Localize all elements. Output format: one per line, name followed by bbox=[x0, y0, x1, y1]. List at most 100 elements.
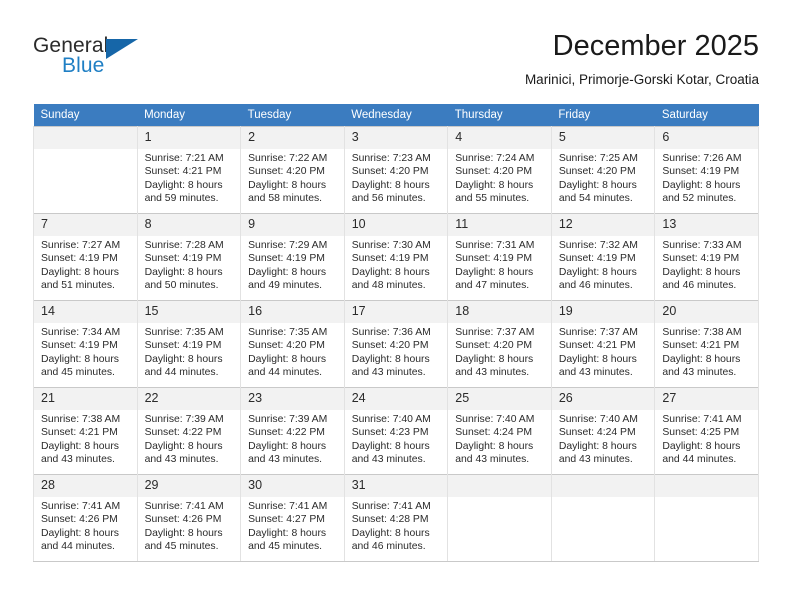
weekday-header-tuesday: Tuesday bbox=[240, 104, 345, 127]
day-number: 3 bbox=[344, 127, 448, 149]
calendar-day-cell[interactable]: 31 Sunrise: 7:41 AM Sunset: 4:28 PM Dayligh… bbox=[343, 474, 449, 562]
day-sunrise-text: Sunrise: 7:36 AM bbox=[351, 327, 431, 338]
weekday-header-thursday: Thursday bbox=[447, 104, 552, 127]
calendar-day-cell[interactable]: 23 Sunrise: 7:39 AM Sunset: 4:22 PM Dayligh… bbox=[240, 387, 345, 475]
calendar-day-cell[interactable]: 19 Sunrise: 7:37 AM Sunset: 4:21 PM Dayligh… bbox=[550, 300, 656, 388]
calendar-day-cell[interactable]: 13 Sunrise: 7:33 AM Sunset: 4:19 PM Dayligh… bbox=[654, 213, 759, 301]
day-daylight-2-text: and 43 minutes. bbox=[455, 367, 530, 379]
day-sunrise-text: Sunrise: 7:41 AM bbox=[351, 501, 431, 512]
calendar-day-cell[interactable]: 20 Sunrise: 7:38 AM Sunset: 4:21 PM Dayligh… bbox=[654, 300, 759, 388]
calendar-day-cell[interactable]: 7 Sunrise: 7:27 AM Sunset: 4:19 PM Daylight… bbox=[33, 213, 138, 301]
day-daylight-1-text: Daylight: 8 hours bbox=[662, 440, 741, 452]
day-daylight-2-text: and 45 minutes. bbox=[144, 541, 219, 553]
day-daylight-1-text: Daylight: 8 hours bbox=[41, 440, 119, 452]
calendar-day-cell[interactable]: 6 Sunrise: 7:26 AM Sunset: 4:19 PM Daylight… bbox=[654, 126, 759, 214]
day-daylight-1-text: Daylight: 8 hours bbox=[351, 440, 430, 452]
day-daylight-1-text: Daylight: 8 hours bbox=[455, 440, 534, 452]
brand-name-blue: Blue bbox=[62, 54, 105, 77]
calendar-day-cell-empty bbox=[550, 474, 656, 562]
day-daylight-2-text: and 54 minutes. bbox=[558, 193, 633, 205]
day-sunrise-text: Sunrise: 7:31 AM bbox=[455, 240, 535, 251]
day-number: 15 bbox=[137, 301, 241, 323]
brand-logo[interactable]: General Blue bbox=[33, 34, 183, 82]
day-number: 4 bbox=[448, 127, 551, 149]
day-details: Sunrise: 7:41 AM Sunset: 4:28 PM Daylight:… bbox=[345, 497, 448, 554]
day-sunset-text: Sunset: 4:19 PM bbox=[662, 253, 740, 265]
day-details: Sunrise: 7:41 AM Sunset: 4:25 PM Daylight:… bbox=[655, 410, 758, 467]
day-details: Sunrise: 7:21 AM Sunset: 4:21 PM Daylight:… bbox=[138, 149, 241, 206]
calendar-day-cell[interactable]: 4 Sunrise: 7:24 AM Sunset: 4:20 PM Daylight… bbox=[447, 126, 552, 214]
calendar-day-cell[interactable]: 9 Sunrise: 7:29 AM Sunset: 4:19 PM Daylight… bbox=[240, 213, 345, 301]
calendar-day-cell[interactable]: 2 Sunrise: 7:22 AM Sunset: 4:20 PM Daylight… bbox=[240, 126, 345, 214]
day-number bbox=[34, 127, 137, 149]
day-details: Sunrise: 7:41 AM Sunset: 4:26 PM Daylight:… bbox=[34, 497, 137, 554]
day-sunset-text: Sunset: 4:20 PM bbox=[455, 340, 533, 352]
day-sunrise-text: Sunrise: 7:22 AM bbox=[248, 153, 328, 164]
calendar-day-cell[interactable]: 30 Sunrise: 7:41 AM Sunset: 4:27 PM Dayligh… bbox=[240, 474, 345, 562]
day-daylight-2-text: and 58 minutes. bbox=[248, 193, 323, 205]
day-sunrise-text: Sunrise: 7:32 AM bbox=[558, 240, 638, 251]
day-sunrise-text: Sunrise: 7:41 AM bbox=[41, 501, 121, 512]
calendar-day-cell[interactable]: 3 Sunrise: 7:23 AM Sunset: 4:20 PM Daylight… bbox=[343, 126, 449, 214]
page-header: General Blue December 2025 Marinici, Pri… bbox=[0, 0, 792, 100]
calendar-day-cell[interactable]: 14 Sunrise: 7:34 AM Sunset: 4:19 PM Dayligh… bbox=[33, 300, 138, 388]
calendar-day-cell[interactable]: 8 Sunrise: 7:28 AM Sunset: 4:19 PM Daylight… bbox=[136, 213, 242, 301]
calendar-day-cell[interactable]: 26 Sunrise: 7:40 AM Sunset: 4:24 PM Dayligh… bbox=[550, 387, 656, 475]
day-details: Sunrise: 7:39 AM Sunset: 4:22 PM Daylight:… bbox=[138, 410, 241, 467]
calendar-day-cell[interactable]: 5 Sunrise: 7:25 AM Sunset: 4:20 PM Daylight… bbox=[550, 126, 656, 214]
day-details: Sunrise: 7:36 AM Sunset: 4:20 PM Daylight:… bbox=[345, 323, 448, 380]
calendar-day-cell[interactable]: 18 Sunrise: 7:37 AM Sunset: 4:20 PM Dayligh… bbox=[447, 300, 552, 388]
calendar-day-cell[interactable]: 29 Sunrise: 7:41 AM Sunset: 4:26 PM Dayligh… bbox=[136, 474, 242, 562]
day-sunset-text: Sunset: 4:19 PM bbox=[144, 253, 222, 265]
day-sunrise-text: Sunrise: 7:26 AM bbox=[662, 153, 742, 164]
day-daylight-1-text: Daylight: 8 hours bbox=[248, 353, 327, 365]
day-daylight-1-text: Daylight: 8 hours bbox=[41, 527, 119, 539]
calendar-day-cell[interactable]: 11 Sunrise: 7:31 AM Sunset: 4:19 PM Dayligh… bbox=[447, 213, 552, 301]
calendar-day-cell[interactable]: 12 Sunrise: 7:32 AM Sunset: 4:19 PM Dayligh… bbox=[550, 213, 656, 301]
day-number: 11 bbox=[448, 214, 551, 236]
calendar-day-cell[interactable]: 25 Sunrise: 7:40 AM Sunset: 4:24 PM Dayligh… bbox=[447, 387, 552, 475]
day-number: 1 bbox=[137, 127, 241, 149]
day-sunset-text: Sunset: 4:22 PM bbox=[144, 427, 222, 439]
day-sunset-text: Sunset: 4:26 PM bbox=[41, 514, 118, 526]
calendar-day-cell[interactable]: 10 Sunrise: 7:30 AM Sunset: 4:19 PM Dayligh… bbox=[343, 213, 449, 301]
calendar-day-cell[interactable]: 1 Sunrise: 7:21 AM Sunset: 4:21 PM Daylight… bbox=[136, 126, 242, 214]
day-sunrise-text: Sunrise: 7:27 AM bbox=[41, 240, 121, 251]
page-subtitle: Marinici, Primorje-Gorski Kotar, Croatia bbox=[524, 72, 759, 87]
day-number: 14 bbox=[34, 301, 137, 323]
day-details: Sunrise: 7:33 AM Sunset: 4:19 PM Daylight:… bbox=[655, 236, 758, 293]
day-daylight-1-text: Daylight: 8 hours bbox=[144, 179, 223, 191]
calendar-day-cell[interactable]: 28 Sunrise: 7:41 AM Sunset: 4:26 PM Dayligh… bbox=[33, 474, 138, 562]
day-sunrise-text: Sunrise: 7:40 AM bbox=[558, 414, 638, 425]
calendar-day-cell[interactable]: 15 Sunrise: 7:35 AM Sunset: 4:19 PM Dayligh… bbox=[136, 300, 242, 388]
calendar-day-cell[interactable]: 27 Sunrise: 7:41 AM Sunset: 4:25 PM Dayligh… bbox=[654, 387, 759, 475]
day-sunset-text: Sunset: 4:20 PM bbox=[351, 166, 429, 178]
day-number: 21 bbox=[34, 388, 137, 410]
day-details: Sunrise: 7:26 AM Sunset: 4:19 PM Daylight:… bbox=[655, 149, 758, 206]
day-details: Sunrise: 7:38 AM Sunset: 4:21 PM Daylight:… bbox=[655, 323, 758, 380]
calendar-day-cell[interactable]: 16 Sunrise: 7:35 AM Sunset: 4:20 PM Dayligh… bbox=[240, 300, 345, 388]
day-number: 30 bbox=[241, 475, 344, 497]
calendar-day-cell-empty bbox=[447, 474, 552, 562]
calendar-day-cell[interactable]: 21 Sunrise: 7:38 AM Sunset: 4:21 PM Dayligh… bbox=[33, 387, 138, 475]
day-details: Sunrise: 7:34 AM Sunset: 4:19 PM Daylight:… bbox=[34, 323, 137, 380]
day-daylight-2-text: and 49 minutes. bbox=[248, 280, 323, 292]
day-details: Sunrise: 7:25 AM Sunset: 4:20 PM Daylight:… bbox=[552, 149, 655, 206]
weekday-header-friday: Friday bbox=[551, 104, 655, 127]
day-sunrise-text: Sunrise: 7:35 AM bbox=[248, 327, 328, 338]
day-sunrise-text: Sunrise: 7:24 AM bbox=[455, 153, 535, 164]
day-daylight-1-text: Daylight: 8 hours bbox=[144, 527, 223, 539]
day-details: Sunrise: 7:27 AM Sunset: 4:19 PM Daylight:… bbox=[34, 236, 137, 293]
day-daylight-1-text: Daylight: 8 hours bbox=[248, 440, 327, 452]
calendar-day-cell[interactable]: 24 Sunrise: 7:40 AM Sunset: 4:23 PM Dayligh… bbox=[343, 387, 449, 475]
calendar-day-cell[interactable]: 17 Sunrise: 7:36 AM Sunset: 4:20 PM Dayligh… bbox=[343, 300, 449, 388]
day-sunrise-text: Sunrise: 7:25 AM bbox=[558, 153, 638, 164]
day-daylight-1-text: Daylight: 8 hours bbox=[351, 266, 430, 278]
calendar-day-cell[interactable]: 22 Sunrise: 7:39 AM Sunset: 4:22 PM Dayligh… bbox=[136, 387, 242, 475]
day-sunset-text: Sunset: 4:20 PM bbox=[351, 340, 429, 352]
weekday-header-sunday: Sunday bbox=[33, 104, 138, 127]
day-daylight-2-text: and 44 minutes. bbox=[144, 367, 219, 379]
day-sunset-text: Sunset: 4:25 PM bbox=[662, 427, 740, 439]
day-sunrise-text: Sunrise: 7:37 AM bbox=[455, 327, 535, 338]
day-sunrise-text: Sunrise: 7:38 AM bbox=[41, 414, 121, 425]
